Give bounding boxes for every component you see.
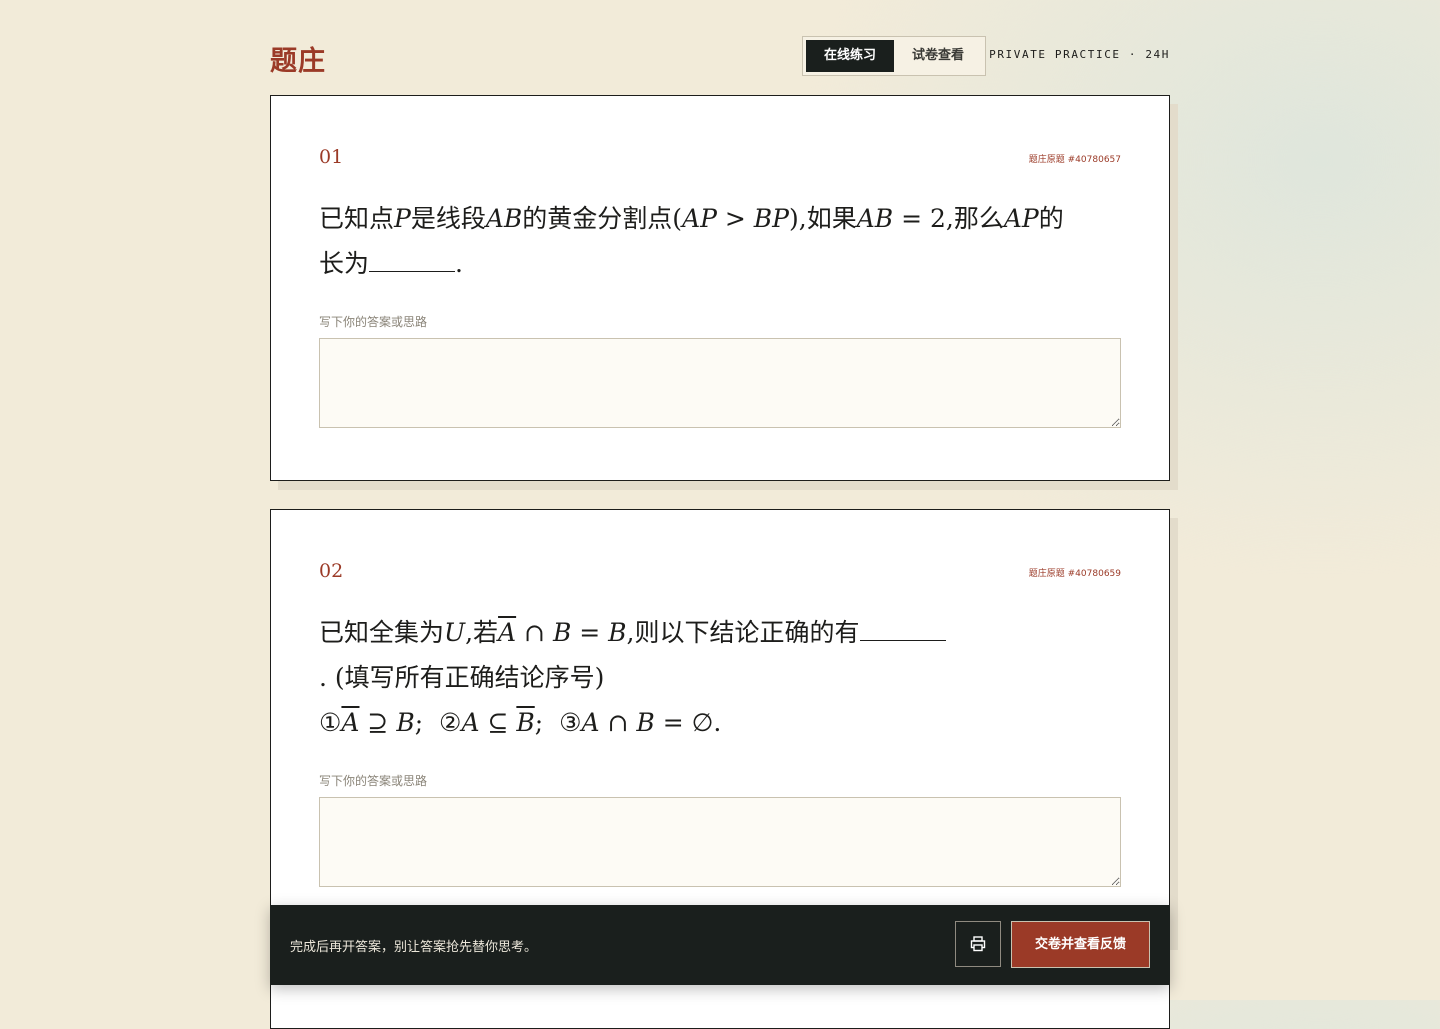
tagline: PRIVATE PRACTICE · 24H xyxy=(989,48,1170,61)
question-id: 题庄原题 #40780659 xyxy=(1028,569,1121,579)
footer-tip: 完成后再开答案，别让答案抢先替你思考。 xyxy=(290,940,538,955)
question-text: 已知全集为U,若A ∩ B = B,则以下结论正确的有 . (填写所有正确结论序… xyxy=(319,610,1129,745)
printer-icon xyxy=(970,936,986,952)
question-text: 已知点P是线段AB的黄金分割点(AP > BP),如果AB = 2,那么AP的 … xyxy=(319,204,1064,278)
question-id: 题庄原题 #40780657 xyxy=(1028,155,1121,165)
action-bar: 完成后再开答案，别让答案抢先替你思考。 交卷并查看反馈 xyxy=(270,905,1170,985)
question-number: 01 xyxy=(319,146,344,168)
answer-blank xyxy=(369,249,456,272)
question-number: 02 xyxy=(319,560,344,582)
tab-paper-view[interactable]: 试卷查看 xyxy=(894,40,982,72)
print-button[interactable] xyxy=(955,921,1001,967)
tab-online-practice[interactable]: 在线练习 xyxy=(806,40,894,72)
answer-label: 写下你的答案或思路 xyxy=(319,774,428,788)
answer-input[interactable] xyxy=(319,797,1121,887)
answer-label: 写下你的答案或思路 xyxy=(319,315,428,329)
page-header: 题庄 在线练习 试卷查看 PRIVATE PRACTICE · 24H xyxy=(270,36,1170,78)
brand-logo: 题庄 xyxy=(270,46,326,77)
answer-blank xyxy=(859,618,946,641)
mode-tabs: 在线练习 试卷查看 xyxy=(802,36,986,76)
answer-input[interactable] xyxy=(319,338,1121,428)
submit-button[interactable]: 交卷并查看反馈 xyxy=(1011,921,1150,968)
question-card-1: 01 题庄原题 #40780657 已知点P是线段AB的黄金分割点(AP > B… xyxy=(270,95,1170,481)
